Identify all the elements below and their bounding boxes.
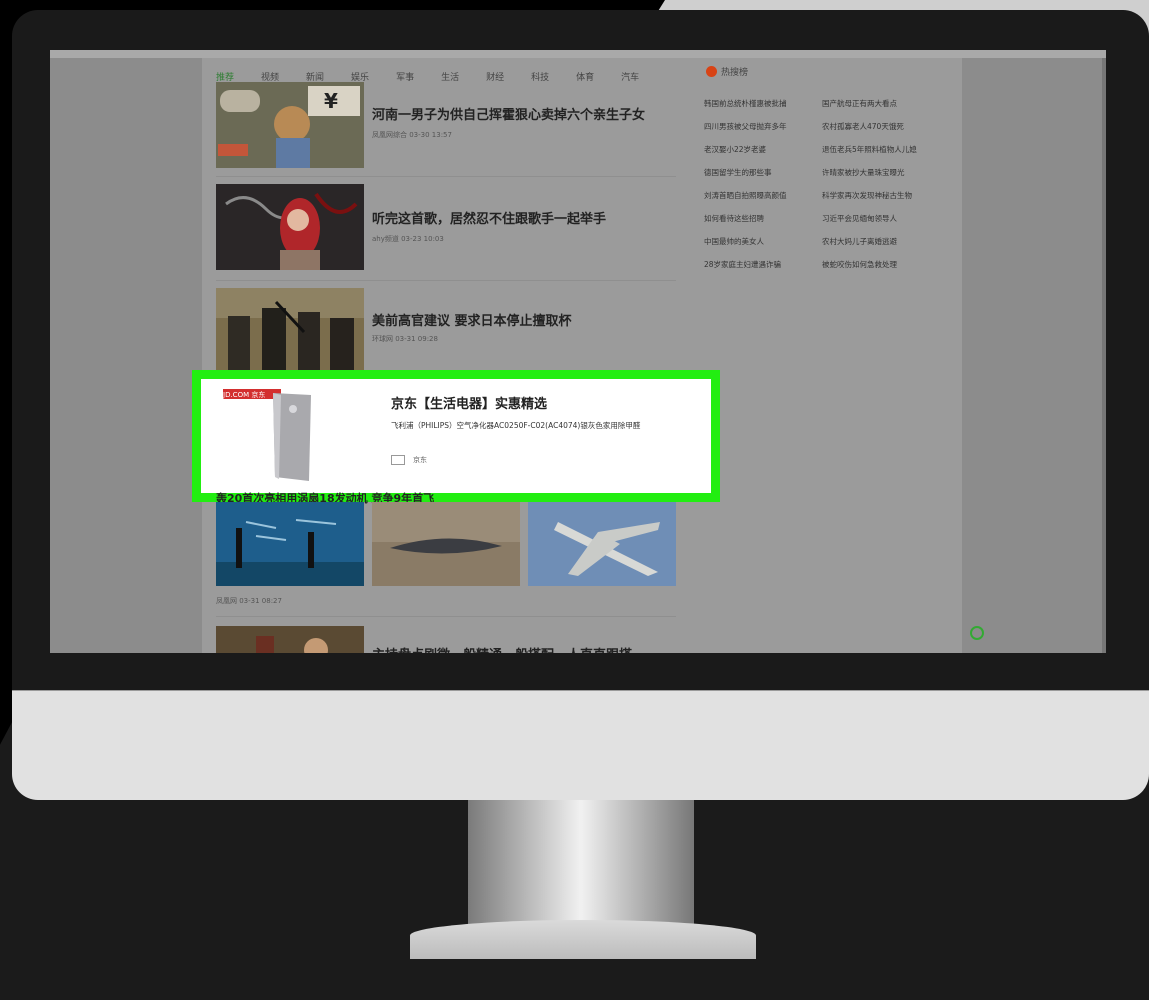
hot-search-label: 热搜榜 <box>721 68 749 78</box>
news-title[interactable]: 主持盘点刷微一般精通一般搭配，人直直跟搭 <box>372 644 632 653</box>
tab-sports[interactable]: 体育 <box>576 70 594 83</box>
rank-row: 老汉娶小22岁老婆 退伍老兵5年照料植物人儿媳 <box>704 138 944 161</box>
tab-military[interactable]: 军事 <box>396 70 414 83</box>
gallery-thumbnail-drone <box>372 502 520 586</box>
news-meta: 凤凰网综合 03-30 13:57 <box>372 131 452 139</box>
gallery-thumbnail-screen <box>216 502 364 586</box>
news-meta: ahy频道 03-23 10:03 <box>372 235 444 243</box>
svg-text:¥: ¥ <box>324 89 338 113</box>
monitor-stand-neck <box>468 800 694 940</box>
rank-item[interactable]: 如何看待这些招聘 <box>704 213 822 224</box>
news-title[interactable]: 河南一男子为供自己挥霍狠心卖掉六个亲生子女 <box>372 104 645 123</box>
tab-life[interactable]: 生活 <box>441 70 459 83</box>
rank-row: 德国留学生的那些事 许晴家被抄大量珠宝曝光 <box>704 161 944 184</box>
rank-row: 韩国前总统朴槿惠被批捕 国产航母正有两大看点 <box>704 92 944 115</box>
jd-badge: JD.COM 京东 <box>223 391 266 399</box>
rank-row: 刘涛首晒自拍照曝高颜值 科学家再次发现神秘古生物 <box>704 184 944 207</box>
loading-spinner-icon <box>970 626 984 640</box>
rank-item[interactable]: 农村大妈儿子离婚逃避 <box>822 236 940 247</box>
rank-item[interactable]: 许晴家被抄大量珠宝曝光 <box>822 167 940 178</box>
news-meta: 环球网 03-31 09:28 <box>372 335 438 343</box>
hot-search-header[interactable]: 热搜榜 <box>706 65 748 78</box>
rank-item[interactable]: 国产航母正有两大看点 <box>822 98 940 109</box>
tab-auto[interactable]: 汽车 <box>621 70 639 83</box>
rank-row: 四川男孩被父母抛弃多年 农村孤寡老人470天饿死 <box>704 115 944 138</box>
news-thumbnail-singer <box>216 184 364 270</box>
news-title[interactable]: 美前高官建议 要求日本停止擅取杯 <box>372 310 572 329</box>
monitor: 推荐 视频 新闻 娱乐 军事 生活 财经 科技 体育 汽车 热搜榜 ¥ 河南一男… <box>12 10 1149 800</box>
scrollbar[interactable] <box>1102 58 1106 653</box>
tab-video[interactable]: 视频 <box>261 70 279 83</box>
news-item[interactable]: 听完这首歌，居然忍不住跟歌手一起举手 ahy频道 03-23 10:03 <box>216 184 676 272</box>
divider <box>216 616 676 617</box>
rank-row: 28岁家庭主妇遭遇诈骗 被蛇咬伤如何急救处理 <box>704 253 944 276</box>
hot-search-list: 韩国前总统朴槿惠被批捕 国产航母正有两大看点 四川男孩被父母抛弃多年 农村孤寡老… <box>704 92 944 276</box>
gallery-thumbnail-bomber <box>528 502 676 586</box>
ad-title[interactable]: 京东【生活电器】实惠精选 <box>391 393 547 412</box>
news-thumbnail-soldiers <box>216 288 364 374</box>
tab-entertainment[interactable]: 娱乐 <box>351 70 369 83</box>
ad-tag-icon <box>391 455 405 465</box>
news-item[interactable]: 美前高官建议 要求日本停止擅取杯 环球网 03-31 09:28 <box>216 288 676 376</box>
rank-row: 中国最帅的美女人 农村大妈儿子离婚逃避 <box>704 230 944 253</box>
news-item[interactable]: ¥ 河南一男子为供自己挥霍狠心卖掉六个亲生子女 凤凰网综合 03-30 13:5… <box>216 82 676 170</box>
highlighted-ad-card[interactable]: JD.COM 京东 京东【生活电器】实惠精选 飞利浦（PHILIPS）空气净化器… <box>192 370 720 502</box>
rank-row: 如何看待这些招聘 习近平会见缅甸领导人 <box>704 207 944 230</box>
news-thumbnail-cartoon: ¥ <box>216 82 364 168</box>
rank-item[interactable]: 四川男孩被父母抛弃多年 <box>704 121 822 132</box>
news-thumbnail-next <box>216 626 364 653</box>
browser-screen: 推荐 视频 新闻 娱乐 军事 生活 财经 科技 体育 汽车 热搜榜 ¥ 河南一男… <box>50 50 1106 653</box>
rank-item[interactable]: 韩国前总统朴槿惠被批捕 <box>704 98 822 109</box>
rank-item[interactable]: 科学家再次发现神秘古生物 <box>822 190 940 201</box>
ad-description: 飞利浦（PHILIPS）空气净化器AC0250F-C02(AC4074)银灰色家… <box>391 421 641 430</box>
rank-item[interactable]: 28岁家庭主妇遭遇诈骗 <box>704 259 822 270</box>
gallery-meta: 凤凰网 03-31 08:27 <box>216 597 282 605</box>
air-purifier-image <box>223 389 323 485</box>
tab-finance[interactable]: 财经 <box>486 70 504 83</box>
divider <box>216 280 676 281</box>
tab-recommend[interactable]: 推荐 <box>216 70 234 83</box>
tab-tech[interactable]: 科技 <box>531 70 549 83</box>
divider <box>216 176 676 177</box>
news-title[interactable]: 听完这首歌，居然忍不住跟歌手一起举手 <box>372 208 606 227</box>
rank-item[interactable]: 习近平会见缅甸领导人 <box>822 213 940 224</box>
monitor-chin <box>12 690 1149 800</box>
rank-item[interactable]: 农村孤寡老人470天饿死 <box>822 121 940 132</box>
ad-meta: 京东 <box>391 455 427 465</box>
rank-item[interactable]: 老汉娶小22岁老婆 <box>704 144 822 155</box>
rank-item[interactable]: 退伍老兵5年照料植物人儿媳 <box>822 144 940 155</box>
flame-icon <box>706 66 717 77</box>
rank-item[interactable]: 刘涛首晒自拍照曝高颜值 <box>704 190 822 201</box>
monitor-stand-base <box>410 920 756 959</box>
tab-news[interactable]: 新闻 <box>306 70 324 83</box>
ad-source: 京东 <box>413 456 427 464</box>
rank-item[interactable]: 被蛇咬伤如何急救处理 <box>822 259 940 270</box>
browser-top-strip <box>50 50 1106 58</box>
rank-item[interactable]: 德国留学生的那些事 <box>704 167 822 178</box>
rank-item[interactable]: 中国最帅的美女人 <box>704 236 822 247</box>
